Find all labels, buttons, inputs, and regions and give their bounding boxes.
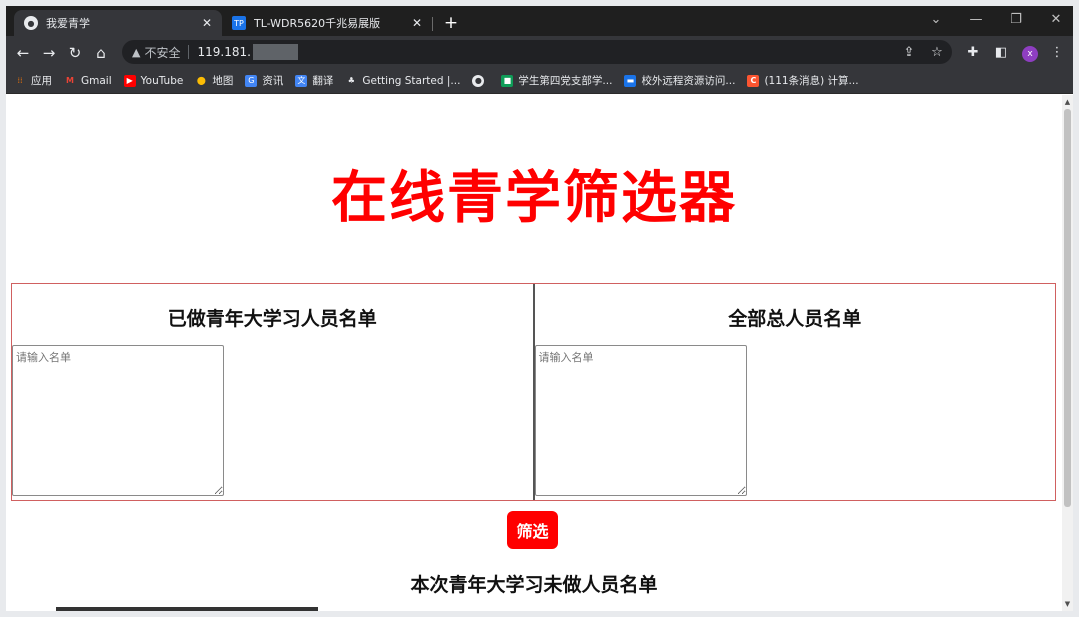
bookmark-csdn[interactable]: C (111条消息) 计算... (747, 73, 859, 88)
gmail-icon: M (66, 76, 74, 85)
restore-icon[interactable]: ❐ (996, 8, 1036, 32)
scrollbar-thumb[interactable] (1064, 109, 1071, 507)
url-text: 119.181. (197, 45, 251, 59)
scroll-down-arrow-icon[interactable]: ▼ (1063, 599, 1072, 609)
globe-icon: ● (24, 16, 38, 30)
home-icon[interactable]: ⌂ (90, 42, 112, 64)
all-list-input[interactable] (534, 345, 747, 496)
security-label: 不安全 (144, 45, 181, 60)
input-panels: 已做青年大学习人员名单 全部总人员名单 (11, 283, 1056, 501)
extensions-puzzle-icon[interactable]: ✚ (962, 42, 984, 64)
screenshot-frame: ● 我爱青学 ✕ TP TL-WDR5620千兆易展版 ✕ + ⌄ — ❐ ✕ … (0, 0, 1079, 617)
menu-kebab-icon[interactable]: ⋮ (1046, 42, 1068, 64)
all-list-panel: 全部总人员名单 (534, 284, 1056, 500)
tab-inactive[interactable]: TP TL-WDR5620千兆易展版 ✕ (222, 10, 432, 36)
done-list-input[interactable] (12, 345, 224, 496)
close-tab-icon[interactable]: ✕ (198, 16, 216, 30)
share-icon[interactable]: ⇪ (898, 42, 920, 64)
profile-avatar[interactable]: x (1022, 46, 1038, 62)
youtube-icon: ▶ (123, 74, 136, 87)
result-heading: 本次青年大学习未做人员名单 (410, 574, 658, 596)
close-tab-icon[interactable]: ✕ (408, 16, 426, 30)
maps-pin-icon: ⬤ (196, 76, 206, 85)
apps-grid-icon: ⁞⁞ (17, 76, 23, 85)
minimize-icon[interactable]: — (956, 8, 996, 32)
bookmark-star-icon[interactable]: ☆ (926, 42, 948, 64)
address-bar[interactable]: ▲ 不安全 119.181. (122, 40, 952, 64)
bookmark-globe[interactable]: ● (472, 74, 489, 87)
bookmark-remote-access[interactable]: ▬ 校外远程资源访问... (624, 73, 735, 88)
translate-icon: 文 (295, 74, 308, 87)
tab-separator (432, 17, 433, 31)
page-content: 在线青学筛选器 已做青年大学习人员名单 全部总人员名单 筛选 本次青年大学习未做… (6, 95, 1062, 611)
news-icon: G (245, 74, 258, 87)
page-title: 在线青学筛选器 (331, 166, 737, 231)
tab-search-chevron-icon[interactable]: ⌄ (916, 8, 956, 32)
bookmark-party-branch[interactable]: ■ 学生第四党支部学... (501, 73, 612, 88)
tab-active[interactable]: ● 我爱青学 ✕ (14, 10, 222, 36)
scroll-up-arrow-icon[interactable]: ▲ (1063, 97, 1072, 107)
globe-icon: ● (472, 74, 485, 87)
side-panel-icon[interactable]: ◧ (990, 42, 1012, 64)
done-list-panel: 已做青年大学习人员名单 (12, 284, 535, 500)
omnibox-divider (188, 45, 190, 59)
bookmark-translate[interactable]: 文翻译 (295, 73, 333, 88)
party-branch-icon: ■ (501, 74, 514, 87)
bookmarks-bar: ⁞⁞ 应用 M Gmail ▶ YouTube ⬤ 地图 G 资讯 文翻译 ♣ Gettin… (6, 68, 1073, 94)
redacted-url-part (252, 44, 298, 60)
bookmark-youtube[interactable]: ▶ YouTube (123, 74, 183, 87)
bookmark-gmail[interactable]: M Gmail (64, 75, 112, 87)
filter-button[interactable]: 筛选 (507, 511, 558, 549)
reload-icon[interactable]: ↻ (64, 42, 86, 64)
tab-strip: ● 我爱青学 ✕ TP TL-WDR5620千兆易展版 ✕ + ⌄ — ❐ ✕ (6, 6, 1073, 36)
csdn-icon: C (747, 74, 760, 87)
close-window-icon[interactable]: ✕ (1036, 8, 1073, 32)
getting-started-icon: ♣ (347, 76, 355, 85)
browser-window: ● 我爱青学 ✕ TP TL-WDR5620千兆易展版 ✕ + ⌄ — ❐ ✕ … (6, 6, 1073, 611)
remote-access-icon: ▬ (624, 74, 637, 87)
warning-triangle-icon: ▲ (132, 45, 141, 59)
done-list-heading: 已做青年大学习人员名单 (167, 308, 377, 330)
bookmark-getting-started[interactable]: ♣ Getting Started |... (345, 75, 461, 87)
bookmark-maps[interactable]: ⬤ 地图 (195, 73, 233, 88)
all-list-heading: 全部总人员名单 (728, 308, 862, 330)
page-scrollbar[interactable]: ▲ ▼ (1062, 95, 1073, 611)
tplink-icon: TP (232, 16, 246, 30)
back-arrow-icon[interactable]: ← (12, 42, 34, 64)
bookmark-apps[interactable]: ⁞⁞ 应用 (14, 73, 52, 88)
bookmark-news[interactable]: G 资讯 (245, 73, 283, 88)
forward-arrow-icon[interactable]: → (38, 42, 60, 64)
result-output-box (56, 607, 318, 611)
new-tab-plus-icon[interactable]: + (440, 12, 462, 34)
tab-title: 我爱青学 (46, 17, 90, 30)
toolbar: ← → ↻ ⌂ ▲ 不安全 119.181. ⇪ ☆ ✚ ◧ x ⋮ (6, 36, 1073, 68)
tab-title: TL-WDR5620千兆易展版 (254, 17, 381, 30)
